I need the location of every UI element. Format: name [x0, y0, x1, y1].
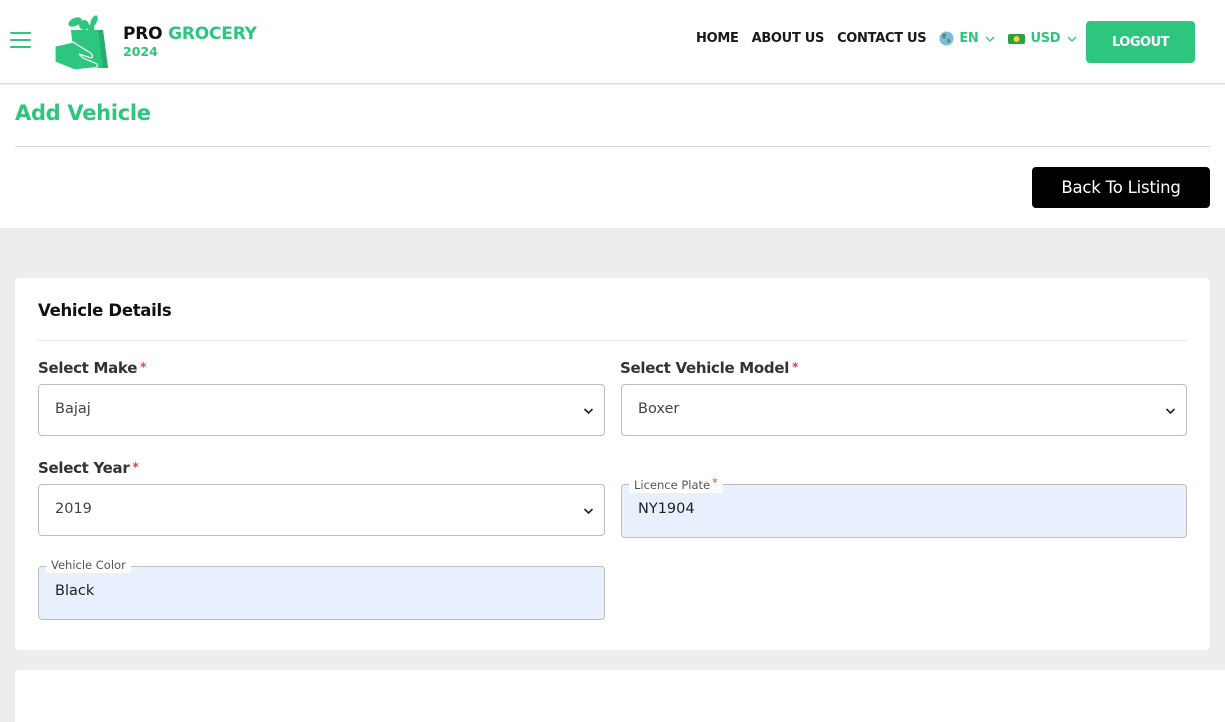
- make-select[interactable]: Bajaj: [38, 384, 605, 436]
- back-to-listing-button[interactable]: Back To Listing: [1032, 167, 1210, 208]
- section-title: Vehicle Details: [38, 301, 172, 320]
- chevron-down-icon: [1165, 408, 1176, 415]
- currency-dropdown[interactable]: USD: [1008, 31, 1077, 46]
- licence-plate-input[interactable]: Licence Plate * NY1904: [621, 475, 1187, 538]
- required-asterisk: *: [712, 476, 718, 489]
- required-asterisk: *: [140, 360, 147, 374]
- money-bill-icon: [1008, 33, 1026, 44]
- model-label: Select Vehicle Model *: [620, 359, 798, 377]
- globe-icon: [939, 31, 954, 46]
- year-select-value: 2019: [55, 501, 92, 517]
- nav-home[interactable]: HOME: [696, 31, 739, 46]
- nav-contact-us[interactable]: CONTACT US: [837, 31, 927, 46]
- chevron-down-icon: [986, 36, 995, 42]
- year-label-text: Select Year: [38, 459, 130, 477]
- chevron-down-icon: [1067, 36, 1077, 42]
- language-dropdown[interactable]: EN: [939, 31, 995, 46]
- chevron-down-icon: [583, 508, 594, 515]
- logout-button[interactable]: LOGOUT: [1086, 21, 1195, 63]
- brand-name-first: PRO: [123, 24, 163, 44]
- licence-plate-value: NY1904: [638, 501, 695, 517]
- make-select-value: Bajaj: [55, 401, 91, 417]
- brand-name: PRO GROCERY: [123, 24, 257, 44]
- model-label-text: Select Vehicle Model: [620, 359, 790, 377]
- vehicle-color-input[interactable]: Vehicle Color Black: [38, 557, 605, 620]
- main-nav: HOME ABOUT US CONTACT US EN USD: [696, 31, 1090, 46]
- currency-label: USD: [1030, 31, 1061, 46]
- page-title: Add Vehicle: [15, 101, 151, 125]
- make-label: Select Make *: [38, 359, 146, 377]
- next-section-card: [15, 670, 1225, 722]
- brand-name-second: GROCERY: [168, 24, 257, 44]
- required-asterisk: *: [132, 460, 139, 474]
- licence-plate-label-text: Licence Plate: [634, 478, 711, 492]
- grocery-bag-hand-icon: [54, 15, 108, 71]
- vehicle-color-value: Black: [55, 583, 95, 599]
- divider: [38, 340, 1187, 341]
- page-header: Add Vehicle Back To Listing: [0, 85, 1225, 228]
- nav-about-us[interactable]: ABOUT US: [752, 31, 825, 46]
- chevron-down-icon: [583, 408, 594, 415]
- brand-logo[interactable]: PRO GROCERY 2024: [53, 12, 263, 72]
- vehicle-model-select[interactable]: Boxer: [621, 384, 1187, 436]
- divider: [15, 146, 1210, 147]
- brand-year: 2024: [123, 44, 158, 59]
- vehicle-details-card: Vehicle Details Select Make * Bajaj Selec…: [15, 278, 1210, 650]
- top-navbar: PRO GROCERY 2024 HOME ABOUT US CONTACT U…: [0, 0, 1225, 84]
- language-label: EN: [959, 31, 979, 46]
- year-select[interactable]: 2019: [38, 484, 605, 536]
- make-label-text: Select Make: [38, 359, 138, 377]
- model-select-value: Boxer: [638, 401, 680, 417]
- hamburger-menu-icon[interactable]: [10, 32, 31, 50]
- licence-plate-label: Licence Plate *: [629, 475, 723, 493]
- required-asterisk: *: [792, 360, 799, 374]
- vehicle-color-label: Vehicle Color: [46, 557, 131, 573]
- year-label: Select Year *: [38, 459, 139, 477]
